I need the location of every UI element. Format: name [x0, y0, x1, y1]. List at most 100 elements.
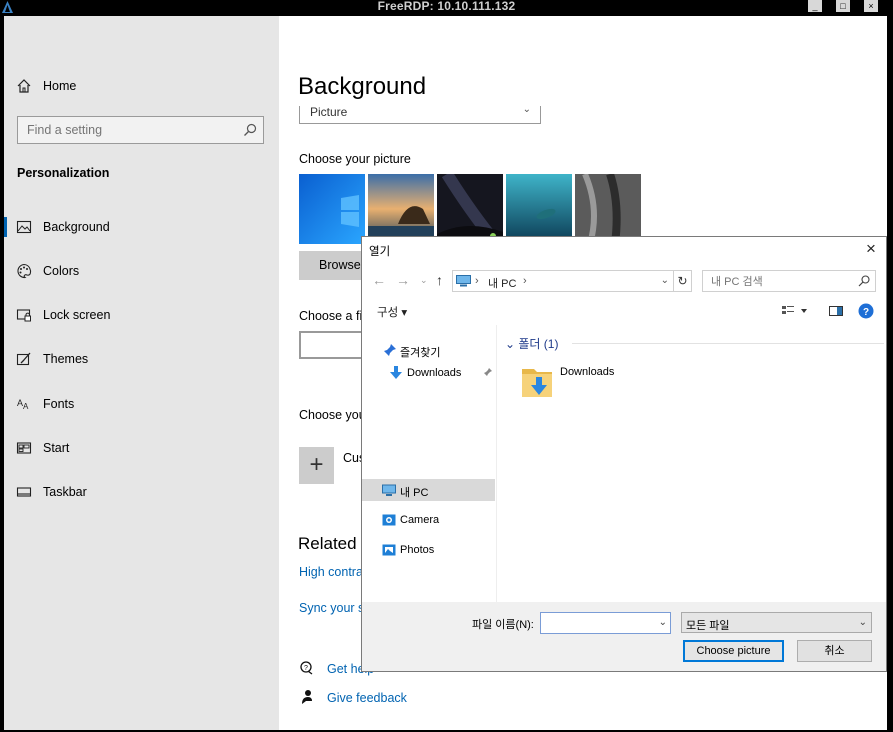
palette-icon [17, 263, 32, 279]
search-icon [244, 123, 257, 136]
refresh-button[interactable]: ↻ [674, 270, 692, 292]
filename-input[interactable] [541, 613, 657, 635]
forward-arrow-icon[interactable]: → [396, 272, 410, 288]
tree-item-label: Camera [400, 514, 440, 526]
taskbar-icon [16, 487, 32, 497]
sidebar-item-label: Background [43, 220, 110, 234]
feedback-icon [302, 690, 312, 704]
photos-folder-icon [382, 544, 396, 556]
rdp-close-button[interactable]: × [864, 0, 878, 12]
tree-item-label: 즐겨찾기 [400, 347, 441, 359]
svg-text:?: ? [304, 665, 308, 672]
settings-sidebar: Home Personalization Background Colors L… [4, 16, 279, 730]
rdp-title-bar: FreeRDP: 10.10.111.132 _ □ × [0, 0, 893, 16]
picture-thumbnail-beach[interactable] [368, 174, 434, 244]
pin-icon [384, 344, 396, 356]
tree-item-label: 내 PC [400, 487, 429, 499]
tree-item-favorites[interactable]: 즐겨찾기 [362, 339, 496, 361]
sync-settings-link[interactable]: Sync your s [299, 601, 364, 615]
rdp-maximize-button[interactable]: □ [836, 0, 850, 12]
filename-combobox[interactable]: ⌄ [540, 612, 671, 635]
svg-text:?: ? [863, 307, 869, 318]
organize-menu[interactable]: 구성 ▾ [377, 304, 407, 320]
tree-item-label: Photos [400, 544, 435, 556]
browse-button[interactable]: Browse [299, 251, 366, 280]
address-bar[interactable]: › 내 PC › ⌄ [452, 270, 674, 292]
sidebar-item-taskbar[interactable]: Taskbar [4, 477, 279, 507]
lock-screen-icon [16, 309, 31, 322]
view-options-icon[interactable] [781, 303, 809, 319]
cancel-button[interactable]: 취소 [797, 640, 872, 662]
chevron-down-icon[interactable]: ⌄ [661, 275, 669, 286]
folders-group-header[interactable]: ⌄ 폴더 (1) [505, 335, 558, 352]
tree-item-camera[interactable]: Camera [362, 509, 496, 531]
filetype-dropdown[interactable]: 모든 파일 ⌄ [681, 612, 872, 633]
choose-fit-label: Choose a fi [299, 309, 363, 323]
sidebar-item-label: Start [43, 441, 70, 455]
filetype-value: 모든 파일 [686, 620, 730, 632]
computer-icon [382, 484, 396, 496]
add-custom-button[interactable]: + [299, 447, 334, 484]
picture-thumbnail-underwater[interactable] [506, 174, 572, 244]
picture-thumbnail-rock[interactable] [575, 174, 641, 244]
chevron-down-icon[interactable]: ⌄ [659, 617, 667, 628]
tree-item-this-pc[interactable]: 내 PC [362, 479, 496, 501]
sidebar-item-label: Taskbar [43, 485, 87, 499]
give-feedback-link[interactable]: Give feedback [327, 691, 407, 705]
sidebar-item-fonts[interactable]: AA Fonts [4, 389, 279, 419]
recent-dropdown-icon[interactable]: ⌄ [420, 275, 428, 286]
tree-item-label: Downloads [407, 367, 462, 379]
sidebar-item-label: Colors [43, 264, 80, 278]
dialog-search-box[interactable] [702, 270, 876, 293]
rdp-window-title: FreeRDP: 10.10.111.132 [377, 0, 516, 13]
get-help-icon: ? [300, 661, 313, 675]
help-icon[interactable]: ? [858, 303, 874, 319]
breadcrumb-separator: › [475, 275, 479, 287]
find-setting-input[interactable] [18, 117, 247, 143]
open-file-dialog: 열기 × ← → ⌄ ↑ › 내 PC › ⌄ ↻ 구성 ▾ ? 즐겨찾기 Do… [361, 236, 887, 672]
home-icon [17, 79, 31, 93]
page-title: Background [298, 73, 427, 100]
tree-item-photos[interactable]: Photos [362, 539, 496, 561]
pinned-icon [484, 368, 492, 376]
dialog-title: 열기 [369, 246, 391, 258]
folder-name-label[interactable]: Downloads [560, 366, 614, 378]
sidebar-item-background[interactable]: Background [4, 212, 279, 242]
dialog-close-button[interactable]: × [862, 239, 880, 259]
navigation-pane: 즐겨찾기 Downloads 내 PC Camera Photos [362, 325, 497, 602]
sidebar-item-lock-screen[interactable]: Lock screen [4, 300, 279, 330]
download-arrow-icon [390, 366, 402, 379]
filename-label: 파일 이름(N): [472, 619, 534, 631]
themes-icon [16, 352, 31, 366]
sidebar-item-colors[interactable]: Colors [4, 256, 279, 286]
rdp-minimize-button[interactable]: _ [808, 0, 822, 12]
downloads-folder-icon[interactable] [520, 363, 556, 401]
fonts-icon: AA [17, 398, 29, 411]
breadcrumb-this-pc[interactable]: 내 PC [488, 275, 516, 291]
sidebar-item-home[interactable]: Home [4, 71, 279, 101]
high-contrast-link[interactable]: High contra [299, 565, 363, 579]
find-setting-search[interactable] [17, 116, 264, 144]
group-divider [572, 343, 884, 344]
choose-picture-button[interactable]: Choose picture [683, 640, 784, 662]
breadcrumb-separator: › [523, 275, 527, 287]
choose-fit-dropdown[interactable] [299, 331, 369, 359]
sidebar-item-start[interactable]: Start [4, 433, 279, 463]
picture-thumbnail-night-sky[interactable] [437, 174, 503, 244]
sidebar-item-label: Themes [43, 352, 89, 366]
background-type-dropdown[interactable]: Picture ⌄ [299, 104, 541, 124]
sidebar-section-title: Personalization [17, 166, 110, 180]
related-settings-heading: Related [298, 534, 357, 553]
dialog-search-input[interactable] [703, 271, 863, 293]
preview-pane-icon[interactable] [828, 303, 844, 319]
back-arrow-icon[interactable]: ← [372, 272, 386, 288]
sidebar-item-label: Lock screen [43, 308, 111, 322]
sidebar-item-themes[interactable]: Themes [4, 344, 279, 374]
tree-item-downloads[interactable]: Downloads [362, 362, 496, 384]
dialog-bottom-bar: 파일 이름(N): ⌄ 모든 파일 ⌄ Choose picture 취소 [362, 602, 886, 671]
up-arrow-icon[interactable]: ↑ [436, 272, 443, 288]
chevron-down-icon: ⌄ [505, 337, 519, 351]
picture-thumbnail-windows[interactable] [299, 174, 365, 244]
search-icon [858, 275, 870, 287]
camera-folder-icon [382, 514, 396, 526]
